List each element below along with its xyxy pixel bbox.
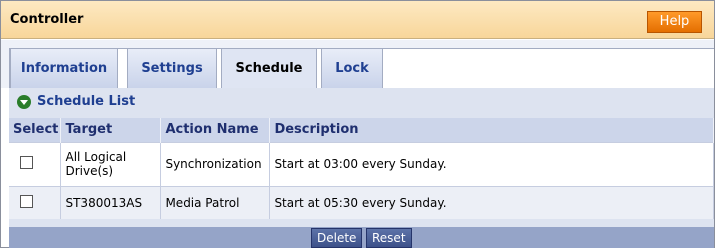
action-cell: Synchronization	[160, 141, 271, 186]
help-button[interactable]: Help	[647, 11, 702, 33]
tab-settings[interactable]: Settings	[127, 48, 217, 88]
button-bar: Delete Reset	[9, 227, 714, 248]
description-cell: Start at 03:00 every Sunday.	[269, 141, 714, 186]
table-row: ST380013AS Media Patrol Start at 05:30 e…	[9, 185, 714, 219]
table-row: All Logical Drive(s) Synchronization Sta…	[9, 141, 714, 186]
schedule-list-title: Schedule List	[37, 94, 136, 109]
column-header-action-name: Action Name	[160, 118, 271, 142]
description-cell: Start at 05:30 every Sunday.	[269, 185, 714, 219]
tab-information[interactable]: Information	[10, 48, 118, 88]
title-bar: Controller Help	[1, 1, 714, 39]
controller-window: Controller Help Information Settings Sch…	[0, 0, 715, 248]
reset-button[interactable]: Reset	[366, 228, 412, 248]
expand-arrow-icon[interactable]	[17, 95, 31, 109]
column-header-select: Select	[9, 118, 62, 142]
column-header-description: Description	[269, 118, 714, 142]
delete-button[interactable]: Delete	[311, 228, 363, 248]
schedule-table: Select Target Action Name Description Al…	[9, 118, 714, 219]
action-cell: Media Patrol	[160, 185, 271, 219]
column-header-target: Target	[60, 118, 162, 142]
row-checkbox[interactable]	[20, 156, 33, 169]
table-header-row: Select Target Action Name Description	[9, 118, 714, 142]
tab-lock[interactable]: Lock	[321, 48, 383, 88]
select-cell	[9, 141, 62, 186]
tab-schedule[interactable]: Schedule	[221, 48, 317, 89]
target-cell: All Logical Drive(s)	[60, 141, 162, 186]
select-cell	[9, 185, 62, 219]
row-checkbox[interactable]	[20, 194, 33, 208]
page-title: Controller	[10, 12, 84, 27]
schedule-list-header[interactable]: Schedule List	[9, 88, 714, 118]
target-cell: ST380013AS	[60, 185, 162, 219]
